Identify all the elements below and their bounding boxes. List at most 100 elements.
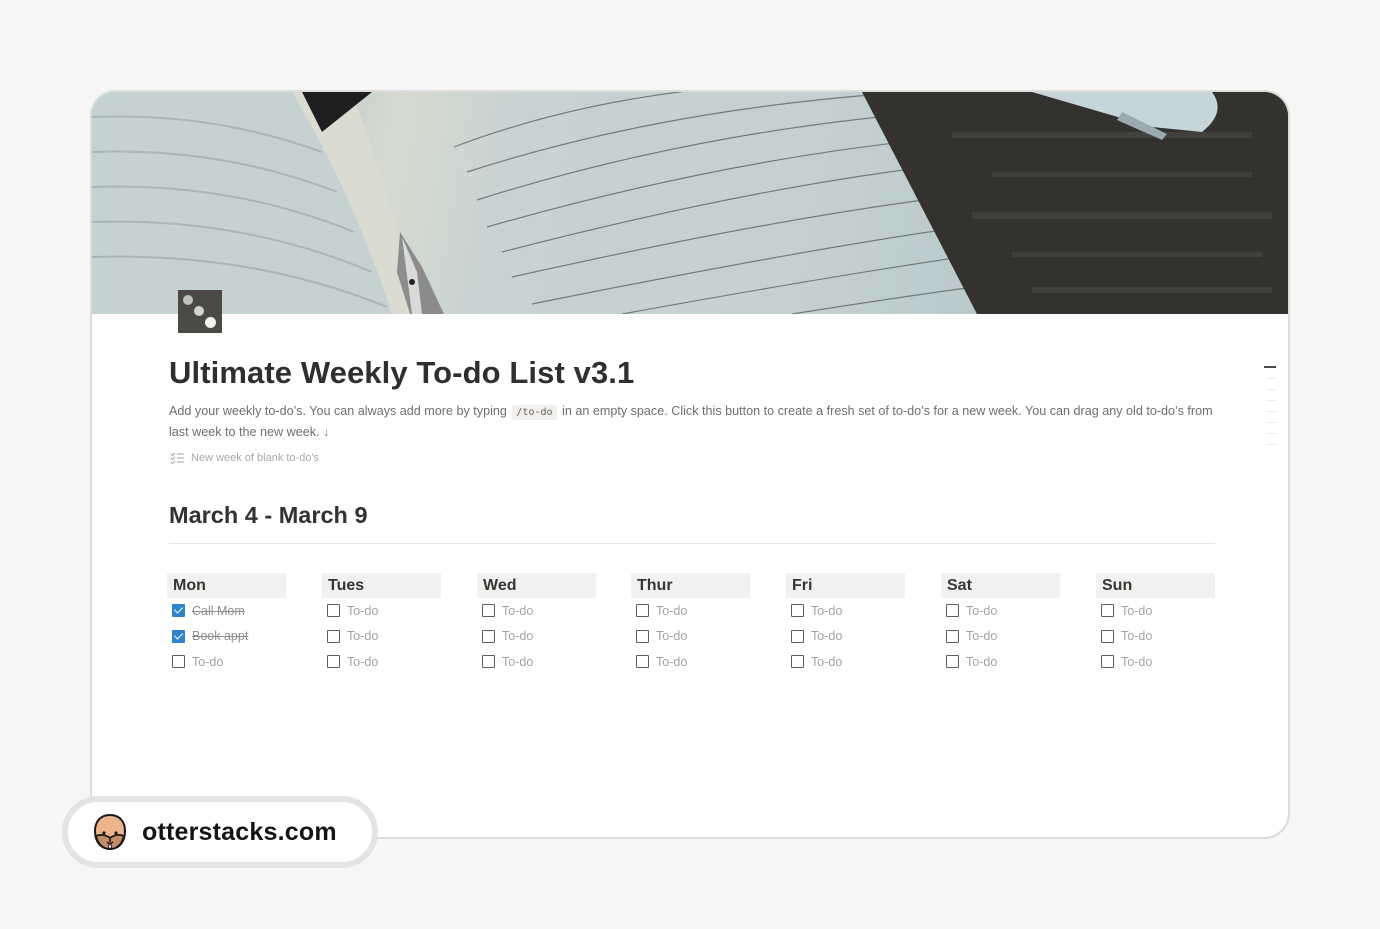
todo-label[interactable]: To-do	[192, 655, 223, 669]
notebook-photo	[92, 92, 1288, 314]
checkbox[interactable]	[946, 655, 959, 669]
checkbox[interactable]	[482, 655, 495, 669]
checkbox[interactable]	[636, 604, 649, 618]
week-heading[interactable]: March 4 - March 9	[169, 502, 368, 529]
todo-label[interactable]: To-do	[347, 655, 378, 669]
checkbox[interactable]	[482, 629, 495, 643]
todo-label[interactable]: To-do	[502, 604, 533, 618]
page-title[interactable]: Ultimate Weekly To-do List v3.1	[169, 355, 634, 391]
day-header[interactable]: Wed	[477, 573, 596, 598]
todo-item[interactable]: To-do	[1096, 598, 1215, 624]
brand-badge: otterstacks.com	[62, 796, 378, 868]
todo-item[interactable]: To-do	[167, 649, 286, 675]
checkbox[interactable]	[482, 604, 495, 618]
toc-line[interactable]	[1266, 400, 1276, 401]
day-header[interactable]: Tues	[322, 573, 441, 598]
toc-line[interactable]	[1266, 389, 1276, 390]
dice-icon[interactable]	[178, 290, 222, 333]
todo-label[interactable]: To-do	[966, 655, 997, 669]
todo-label[interactable]: To-do	[811, 629, 842, 643]
checkbox[interactable]	[172, 655, 185, 669]
inline-code: /to-do	[512, 405, 557, 420]
checkbox[interactable]	[327, 629, 340, 643]
table-of-contents-minimap[interactable]	[1262, 366, 1276, 455]
todo-label[interactable]: To-do	[656, 604, 687, 618]
brand-name: otterstacks.com	[142, 817, 337, 846]
todo-label[interactable]: To-do	[502, 655, 533, 669]
day-column-sun: Sun To-do To-do To-do	[1096, 573, 1215, 675]
todo-label[interactable]: Call Mom	[192, 604, 245, 618]
todo-item[interactable]: Book appt	[167, 624, 286, 650]
todo-label[interactable]: To-do	[656, 629, 687, 643]
todo-label[interactable]: To-do	[811, 604, 842, 618]
checkbox[interactable]	[791, 629, 804, 643]
todo-item[interactable]: To-do	[631, 598, 750, 624]
todo-label[interactable]: To-do	[1121, 604, 1152, 618]
checkbox[interactable]	[946, 629, 959, 643]
checkbox[interactable]	[327, 604, 340, 618]
todo-item[interactable]: To-do	[786, 624, 905, 650]
todo-item[interactable]: To-do	[477, 649, 596, 675]
toc-line-active[interactable]	[1264, 366, 1276, 368]
day-column-fri: Fri To-do To-do To-do	[786, 573, 905, 675]
checkbox[interactable]	[636, 629, 649, 643]
day-header[interactable]: Fri	[786, 573, 905, 598]
todo-item[interactable]: To-do	[322, 598, 441, 624]
todo-label[interactable]: Book appt	[192, 629, 248, 643]
todo-item[interactable]: To-do	[322, 649, 441, 675]
checkbox[interactable]	[946, 604, 959, 618]
todo-item[interactable]: To-do	[631, 624, 750, 650]
todo-item[interactable]: To-do	[786, 598, 905, 624]
cover-image[interactable]	[92, 92, 1288, 314]
todo-item[interactable]: To-do	[477, 598, 596, 624]
todo-item[interactable]: To-do	[322, 624, 441, 650]
todo-label[interactable]: To-do	[966, 629, 997, 643]
toc-line[interactable]	[1266, 444, 1276, 445]
todo-label[interactable]: To-do	[347, 604, 378, 618]
todo-label[interactable]: To-do	[1121, 629, 1152, 643]
template-button-label: New week of blank to-do's	[191, 452, 320, 464]
checkbox[interactable]	[791, 604, 804, 618]
checkbox-checked[interactable]	[172, 629, 185, 643]
todo-item[interactable]: To-do	[477, 624, 596, 650]
description-text: Add your weekly to-do’s. You can always …	[169, 404, 511, 418]
day-header[interactable]: Sun	[1096, 573, 1215, 598]
page-description: Add your weekly to-do’s. You can always …	[169, 402, 1219, 442]
checklist-icon	[170, 452, 184, 464]
day-column-wed: Wed To-do To-do To-do	[477, 573, 596, 675]
checkbox[interactable]	[1101, 655, 1114, 669]
todo-item[interactable]: To-do	[941, 598, 1060, 624]
checkbox-checked[interactable]	[172, 604, 185, 618]
checkbox[interactable]	[327, 655, 340, 669]
todo-label[interactable]: To-do	[811, 655, 842, 669]
dice-pip	[183, 295, 193, 305]
toc-line[interactable]	[1266, 433, 1276, 434]
todo-item[interactable]: To-do	[631, 649, 750, 675]
toc-line[interactable]	[1266, 378, 1276, 379]
todo-item[interactable]: To-do	[1096, 624, 1215, 650]
dice-pip	[194, 306, 204, 316]
todo-label[interactable]: To-do	[966, 604, 997, 618]
todo-item[interactable]: To-do	[786, 649, 905, 675]
checkbox[interactable]	[636, 655, 649, 669]
new-week-template-button[interactable]: New week of blank to-do's	[170, 448, 319, 468]
todo-item[interactable]: To-do	[941, 624, 1060, 650]
checkbox[interactable]	[791, 655, 804, 669]
todo-label[interactable]: To-do	[502, 629, 533, 643]
day-header[interactable]: Sat	[941, 573, 1060, 598]
day-column-tues: Tues To-do To-do To-do	[322, 573, 441, 675]
todo-item[interactable]: To-do	[1096, 649, 1215, 675]
toc-line[interactable]	[1266, 411, 1276, 412]
todo-label[interactable]: To-do	[347, 629, 378, 643]
todo-label[interactable]: To-do	[1121, 655, 1152, 669]
toc-line[interactable]	[1266, 422, 1276, 423]
day-column-thur: Thur To-do To-do To-do	[631, 573, 750, 675]
day-header[interactable]: Thur	[631, 573, 750, 598]
todo-item[interactable]: To-do	[941, 649, 1060, 675]
checkbox[interactable]	[1101, 629, 1114, 643]
todo-item[interactable]: Call Mom	[167, 598, 286, 624]
todo-label[interactable]: To-do	[656, 655, 687, 669]
checkbox[interactable]	[1101, 604, 1114, 618]
dice-pip	[205, 317, 216, 328]
day-header[interactable]: Mon	[167, 573, 286, 598]
